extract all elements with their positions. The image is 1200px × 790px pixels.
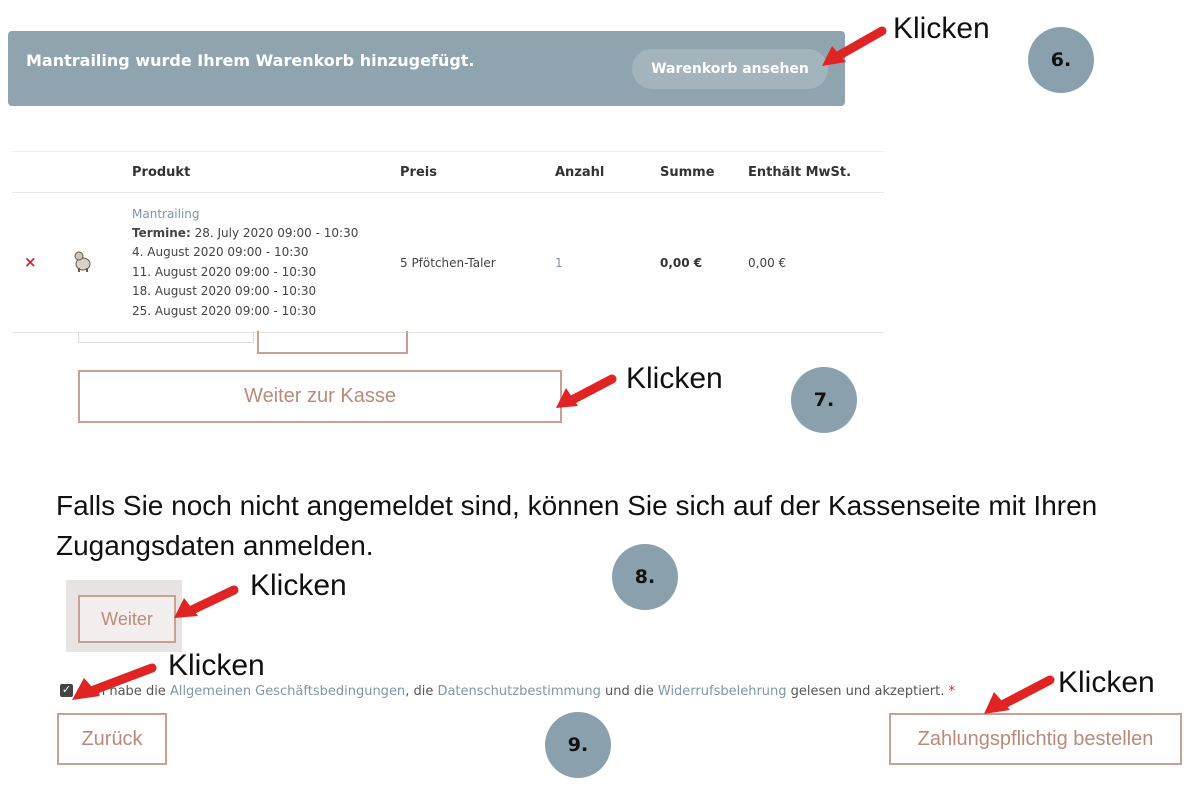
terms-suffix: gelesen und akzeptiert. (786, 684, 945, 699)
callout-label: Klicken (1058, 666, 1155, 699)
date-entry: 28. July 2020 09:00 - 10:30 (194, 226, 359, 240)
callout-label: Klicken (250, 569, 347, 602)
step-badge-9: 9. (545, 712, 611, 778)
tax-cell: 0,00 € (748, 256, 787, 270)
remove-item-icon[interactable]: × (24, 253, 37, 271)
column-header-product: Produkt (132, 165, 191, 180)
terms-separator: , die (405, 684, 438, 699)
termine-line: Termine: 28. July 2020 09:00 - 10:30 (132, 226, 358, 240)
product-thumbnail[interactable] (70, 249, 96, 273)
callout-label: Klicken (893, 12, 990, 45)
header-divider (12, 192, 884, 193)
weiter-button[interactable]: Weiter (78, 595, 176, 643)
privacy-link[interactable]: Datenschutzbestimmung (437, 684, 600, 699)
required-asterisk: * (948, 684, 956, 699)
withdrawal-link[interactable]: Widerrufsbelehrung (658, 684, 787, 699)
arrow-icon (556, 374, 617, 408)
notice-message: Mantrailing wurde Ihrem Warenkorb hinzug… (26, 51, 475, 70)
step-badge-7: 7. (791, 367, 857, 433)
update-cart-button-remnant (257, 331, 408, 354)
arrow-icon (984, 675, 1055, 714)
view-cart-button[interactable]: Warenkorb ansehen (632, 49, 828, 89)
product-link[interactable]: Mantrailing (132, 207, 200, 221)
callout-label: Klicken (626, 362, 723, 395)
date-entry: 11. August 2020 09:00 - 10:30 (132, 265, 317, 279)
sum-cell: 0,00 € (660, 256, 703, 270)
termine-label: Termine: (132, 226, 191, 240)
terms-text: Ich habe die Allgemeinen Geschäftsbeding… (86, 684, 955, 699)
back-button[interactable]: Zurück (57, 713, 167, 765)
column-header-tax: Enthält MwSt. (748, 165, 852, 180)
arrow-icon (822, 26, 887, 66)
column-header-sum: Summe (660, 165, 715, 180)
cart-notice-banner: Mantrailing wurde Ihrem Warenkorb hinzug… (8, 31, 845, 106)
column-header-price: Preis (400, 165, 437, 180)
date-entry: 18. August 2020 09:00 - 10:30 (132, 284, 317, 298)
column-header-quantity: Anzahl (555, 165, 605, 180)
terms-separator: und die (600, 684, 658, 699)
agb-link[interactable]: Allgemeinen Geschäftsbedingungen (170, 684, 405, 699)
checkout-button[interactable]: Weiter zur Kasse (78, 370, 562, 423)
step-badge-8: 8. (612, 544, 678, 610)
step-badge-6: 6. (1028, 27, 1094, 93)
coupon-field-remnant (78, 331, 254, 343)
cart-table: Produkt Preis Anzahl Summe Enthält MwSt.… (12, 151, 884, 333)
place-order-button[interactable]: Zahlungspflichtig bestellen (889, 713, 1182, 765)
arrow-icon (72, 663, 157, 700)
login-info-text: Falls Sie noch nicht angemeldet sind, kö… (56, 490, 1098, 561)
date-entry: 4. August 2020 09:00 - 10:30 (132, 245, 309, 259)
callout-label: Klicken (168, 649, 265, 682)
quantity-cell[interactable]: 1 (555, 256, 563, 270)
arrow-icon (174, 585, 239, 618)
date-entry: 25. August 2020 09:00 - 10:30 (132, 304, 317, 318)
price-cell: 5 Pfötchen-Taler (400, 256, 496, 270)
